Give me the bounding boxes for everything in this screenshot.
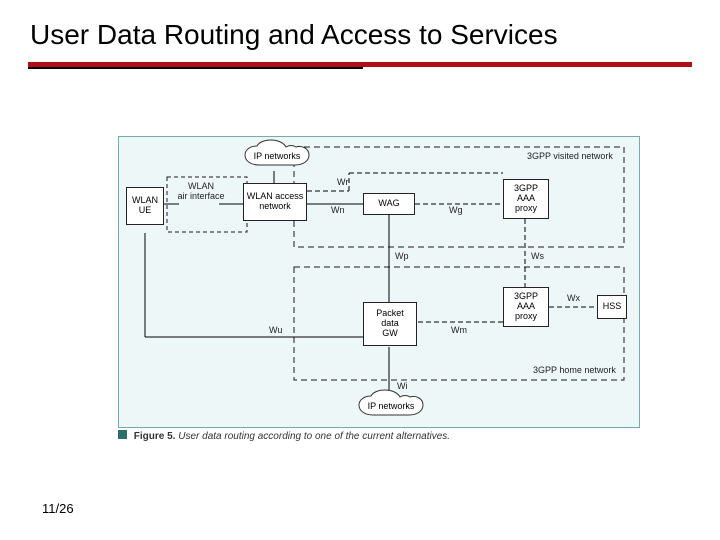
cloud-ip-top-label: IP networks: [241, 151, 313, 161]
page-title: User Data Routing and Access to Services: [0, 0, 720, 58]
node-aaa-home: 3GPPAAAproxy: [503, 287, 549, 327]
figure: WLANUE WLANair interface WLAN accessnetw…: [118, 136, 640, 444]
iface-wm: Wm: [451, 325, 467, 335]
figure-caption: Figure 5. User data routing according to…: [118, 430, 450, 442]
node-hss-label: HSS: [603, 302, 622, 312]
iface-ws: Ws: [531, 251, 544, 261]
node-wag-label: WAG: [378, 199, 399, 209]
figure-caption-text: User data routing according to one of th…: [178, 431, 450, 442]
node-aaa-visited-label: 3GPPAAAproxy: [514, 184, 538, 214]
slide: User Data Routing and Access to Services: [0, 0, 720, 540]
cloud-ip-bottom: IP networks: [355, 389, 427, 423]
iface-wu: Wu: [269, 325, 282, 335]
figure-panel: WLANUE WLANair interface WLAN accessnetw…: [118, 136, 640, 428]
region-visited-label: 3GPP visited network: [527, 151, 613, 161]
node-wlan-ue: WLANUE: [126, 187, 164, 225]
node-wlan-access-net-label: WLAN accessnetwork: [247, 192, 304, 212]
cloud-ip-top: IP networks: [241, 139, 313, 173]
caption-square-icon: [118, 430, 127, 439]
iface-wp: Wp: [395, 251, 409, 261]
node-packet-gw: PacketdataGW: [363, 302, 417, 346]
node-aaa-visited: 3GPPAAAproxy: [503, 179, 549, 219]
iface-wg: Wg: [449, 205, 463, 215]
iface-wr: Wr: [337, 177, 348, 187]
node-aaa-home-label: 3GPPAAAproxy: [514, 292, 538, 322]
iface-wx: Wx: [567, 293, 580, 303]
node-wlan-access-net: WLAN accessnetwork: [243, 183, 307, 221]
title-rule-thin: [28, 67, 363, 69]
region-home-label: 3GPP home network: [533, 365, 616, 375]
iface-wi: Wi: [397, 381, 408, 391]
node-packet-gw-label: PacketdataGW: [376, 309, 404, 339]
node-hss: HSS: [597, 295, 627, 319]
page-number: 11/26: [42, 501, 74, 516]
node-wlan-air-if: WLANair interface: [173, 181, 229, 201]
node-wlan-ue-label: WLANUE: [132, 196, 158, 216]
node-wag: WAG: [363, 193, 415, 215]
iface-wn: Wn: [331, 205, 345, 215]
figure-caption-number: Figure 5.: [134, 431, 176, 442]
cloud-ip-bottom-label: IP networks: [355, 401, 427, 411]
